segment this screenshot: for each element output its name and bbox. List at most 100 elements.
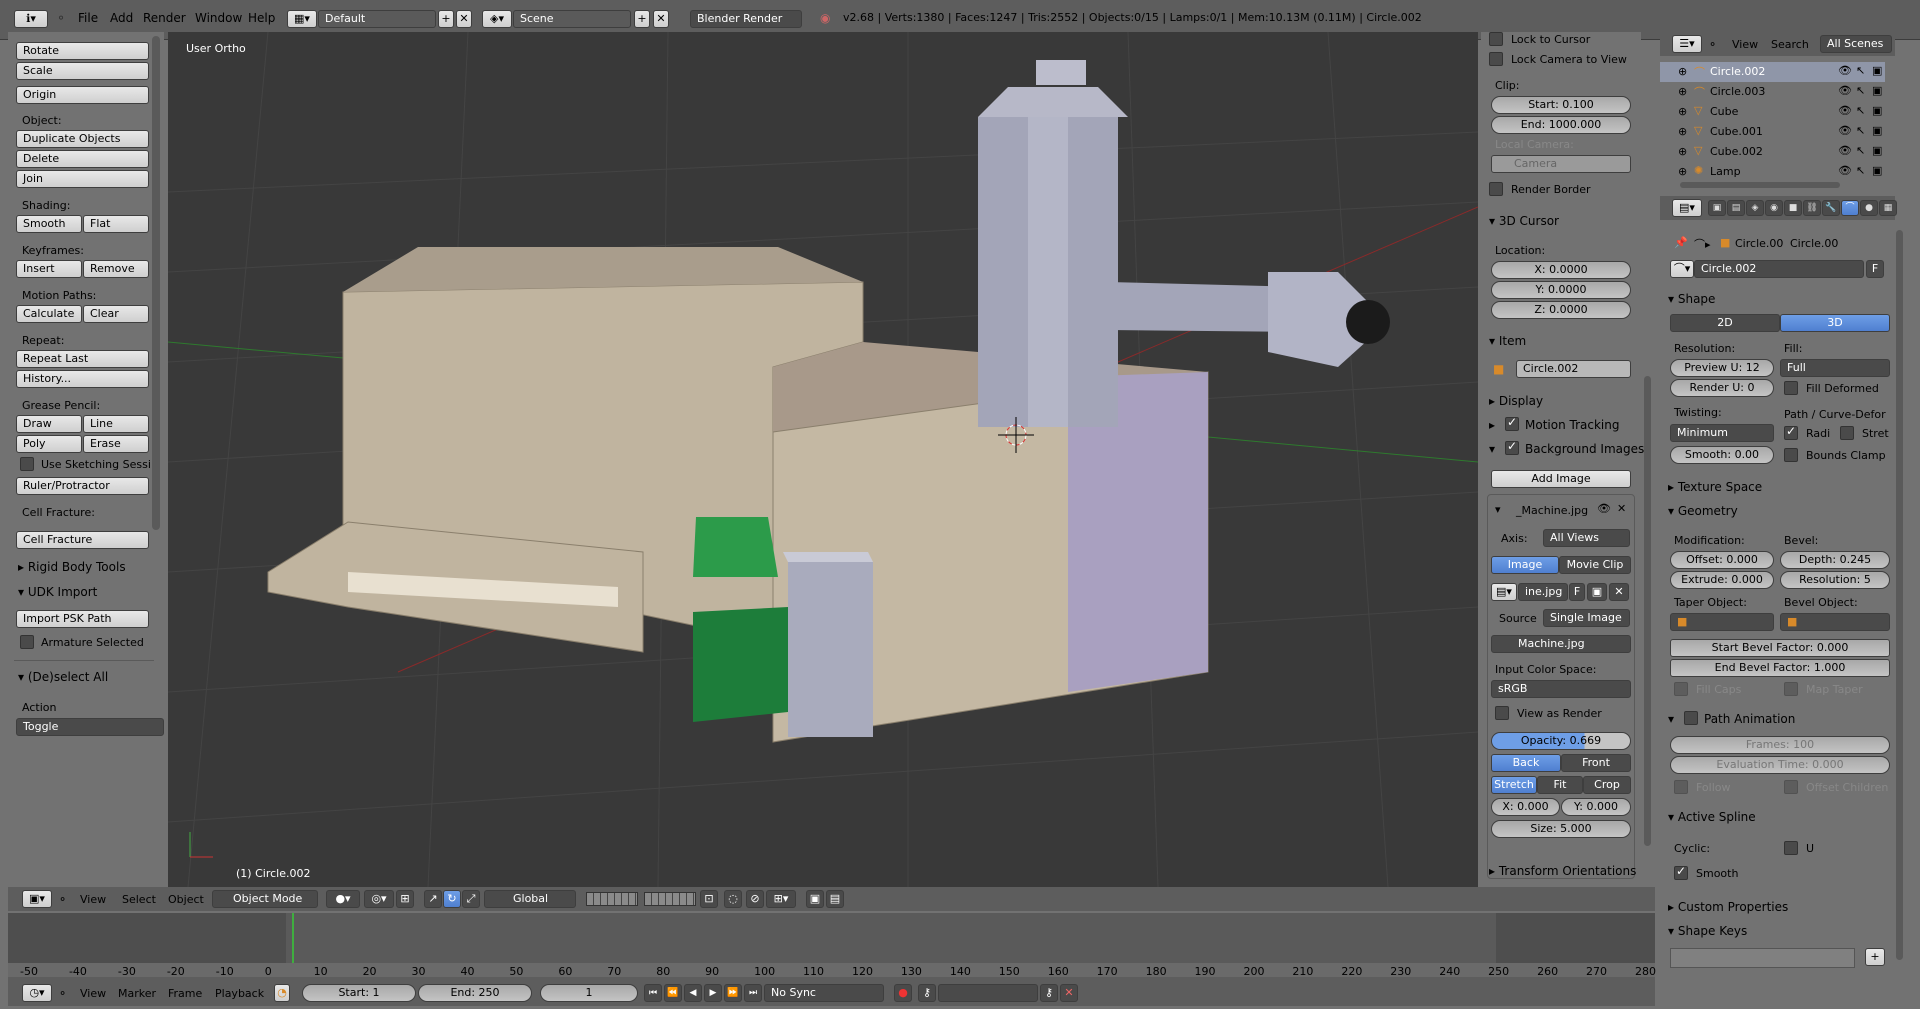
visibility-eye-icon[interactable]: 👁 xyxy=(1838,144,1852,157)
shape-keys-header[interactable]: ▾ Shape Keys xyxy=(1668,924,1747,938)
geometry-header[interactable]: ▾ Geometry xyxy=(1668,504,1738,518)
item-header[interactable]: ▾ Item xyxy=(1489,334,1526,348)
clip-end-field[interactable]: End: 1000.000 xyxy=(1491,116,1631,134)
image-file-field[interactable]: ine.jpg xyxy=(1518,583,1568,601)
info-editor-button[interactable]: ℹ▾ xyxy=(14,10,48,28)
calculate-button[interactable]: Calculate xyxy=(16,305,82,323)
jump-end-icon[interactable]: ⏭ xyxy=(744,984,762,1002)
local-camera-field[interactable]: Camera xyxy=(1491,155,1631,173)
extrude-field[interactable]: Extrude: 0.000 xyxy=(1670,571,1774,589)
lock-cursor-checkbox[interactable] xyxy=(1489,32,1503,46)
delete-button[interactable]: Delete xyxy=(16,150,149,168)
cursor-z-field[interactable]: Z: 0.0000 xyxy=(1491,301,1631,319)
proportional-edit-icon[interactable]: ◌ xyxy=(724,890,742,908)
color-space-select[interactable]: sRGB xyxy=(1491,680,1631,698)
opacity-slider[interactable]: Opacity: 0.669 xyxy=(1491,732,1631,750)
eval-time-field[interactable]: Evaluation Time: 0.000 xyxy=(1670,756,1890,774)
path-animation-header[interactable]: ▾ xyxy=(1668,712,1674,726)
constraints-tab-icon[interactable]: ⛓ xyxy=(1803,200,1821,216)
orientation-select[interactable]: Global xyxy=(484,890,576,908)
n-panel-scrollbar[interactable] xyxy=(1644,376,1651,846)
depth-field[interactable]: Depth: 0.245 xyxy=(1780,551,1890,569)
outliner-scenes-select[interactable]: All Scenes xyxy=(1820,35,1892,53)
scale-icon[interactable]: ⤢ xyxy=(462,890,480,908)
scale-button[interactable]: Scale xyxy=(16,62,149,80)
menu-render[interactable]: Render xyxy=(143,11,186,25)
3d-cursor-header[interactable]: ▾ 3D Cursor xyxy=(1489,214,1559,228)
visibility-eye-icon[interactable]: 👁 xyxy=(1838,164,1852,177)
outliner-row[interactable]: ⊕ ✺ Lamp 👁 ↖ ▣ xyxy=(1660,162,1885,182)
3d-button[interactable]: 3D xyxy=(1780,314,1890,332)
visibility-eye-icon[interactable]: 👁 xyxy=(1838,84,1852,97)
close-icon[interactable]: ✕ xyxy=(1617,502,1626,515)
lock-camera-checkbox[interactable] xyxy=(1489,52,1503,66)
selectable-arrow-icon[interactable]: ↖ xyxy=(1856,144,1865,157)
renderable-camera-icon[interactable]: ▣ xyxy=(1872,144,1882,157)
stretch-button[interactable]: Stretch xyxy=(1491,776,1537,794)
cursor-x-field[interactable]: X: 0.0000 xyxy=(1491,261,1631,279)
render-border-checkbox[interactable] xyxy=(1489,182,1503,196)
fit-button[interactable]: Fit xyxy=(1537,776,1583,794)
view-menu[interactable]: View xyxy=(80,893,106,906)
2d-button[interactable]: 2D xyxy=(1670,314,1780,332)
start-bevel-field[interactable]: Start Bevel Factor: 0.000 xyxy=(1670,639,1890,657)
screen-layout-icon[interactable]: ▦▾ xyxy=(287,10,317,28)
outliner-search-menu[interactable]: Search xyxy=(1771,38,1809,51)
properties-editor-icon[interactable]: ▤▾ xyxy=(1672,199,1702,217)
selectable-arrow-icon[interactable]: ↖ xyxy=(1856,104,1865,117)
remove-scene-icon[interactable]: ✕ xyxy=(653,10,669,28)
stretch-checkbox[interactable] xyxy=(1840,426,1854,440)
texture-tab-icon[interactable]: ▦ xyxy=(1879,200,1897,216)
bg-offset-y[interactable]: Y: 0.000 xyxy=(1561,798,1631,816)
bg-size-field[interactable]: Size: 5.000 xyxy=(1491,820,1631,838)
frames-field[interactable]: Frames: 100 xyxy=(1670,736,1890,754)
map-taper-checkbox[interactable] xyxy=(1784,682,1798,696)
end-frame-field[interactable]: End: 250 xyxy=(418,984,532,1002)
action-select[interactable]: Toggle xyxy=(16,718,164,736)
next-keyframe-icon[interactable]: ⏩ xyxy=(724,984,742,1002)
3d-viewport[interactable]: User Ortho (1) Circle.002 xyxy=(168,32,1478,887)
offset-field[interactable]: Offset: 0.000 xyxy=(1670,551,1774,569)
preview-u-field[interactable]: Preview U: 12 xyxy=(1670,359,1774,377)
pivot-icon[interactable]: ◎▾ xyxy=(364,890,394,908)
material-tab-icon[interactable]: ● xyxy=(1860,200,1878,216)
fill-deformed-checkbox[interactable] xyxy=(1784,381,1798,395)
view-as-render-checkbox[interactable] xyxy=(1495,706,1509,720)
expand-plus-icon[interactable]: ⊕ xyxy=(1678,105,1687,118)
render-u-field[interactable]: Render U: 0 xyxy=(1670,379,1774,397)
modifiers-tab-icon[interactable]: 🔧 xyxy=(1822,200,1840,216)
selectable-arrow-icon[interactable]: ↖ xyxy=(1856,84,1865,97)
preview-range-icon[interactable]: ◔ xyxy=(274,984,290,1002)
back-button[interactable]: Back xyxy=(1491,754,1561,772)
image-browse-icon[interactable]: ▤▾ xyxy=(1491,583,1517,601)
origin-button[interactable]: Origin xyxy=(16,86,149,104)
outliner-row[interactable]: ⊕ ▽ Cube.001 👁 ↖ ▣ xyxy=(1660,122,1885,142)
visibility-eye-icon[interactable]: 👁 xyxy=(1838,64,1852,77)
item-name-field[interactable]: Circle.002 xyxy=(1516,360,1631,378)
selectable-arrow-icon[interactable]: ↖ xyxy=(1856,124,1865,137)
insert-keyframe-button[interactable]: Insert xyxy=(16,260,82,278)
fill-caps-checkbox[interactable] xyxy=(1674,682,1688,696)
draw-button[interactable]: Draw xyxy=(16,415,82,433)
display-header[interactable]: ▸ Display xyxy=(1489,394,1543,408)
menu-help[interactable]: Help xyxy=(248,11,275,25)
render-anim-icon[interactable]: ▤ xyxy=(826,890,844,908)
keying-set-field[interactable] xyxy=(938,984,1038,1002)
expand-plus-icon[interactable]: ⊕ xyxy=(1678,85,1687,98)
fake-user-button[interactable]: F xyxy=(1866,260,1884,278)
add-layout-icon[interactable]: + xyxy=(438,10,454,28)
udk-import-header[interactable]: ▾ UDK Import xyxy=(18,585,97,599)
outliner-view-menu[interactable]: View xyxy=(1732,38,1758,51)
datablock-name-field[interactable]: Circle.002 xyxy=(1694,260,1864,278)
add-scene-icon[interactable]: + xyxy=(634,10,650,28)
play-icon[interactable]: ▶ xyxy=(704,984,722,1002)
motion-tracking-checkbox[interactable] xyxy=(1505,415,1519,431)
line-button[interactable]: Line xyxy=(83,415,149,433)
twisting-select[interactable]: Minimum xyxy=(1670,424,1774,442)
radius-checkbox[interactable] xyxy=(1784,424,1798,440)
source-select[interactable]: Single Image xyxy=(1543,609,1630,627)
playback-menu[interactable]: Playback xyxy=(215,987,264,1000)
jump-start-icon[interactable]: ⏮ xyxy=(644,984,662,1002)
world-tab-icon[interactable]: ◉ xyxy=(1765,200,1783,216)
smooth-checkbox[interactable] xyxy=(1674,864,1688,880)
